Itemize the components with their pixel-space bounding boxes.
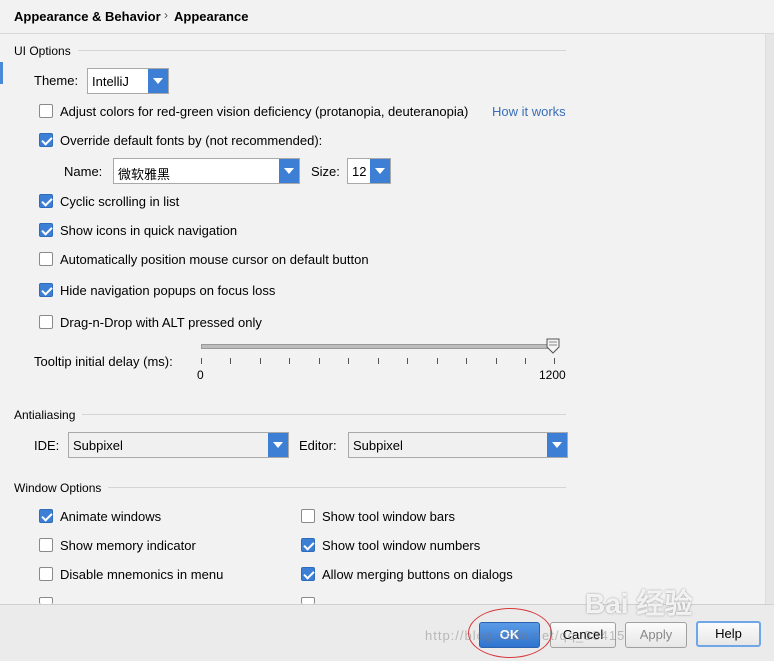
slider-tick [260, 358, 261, 364]
breadcrumb-parent[interactable]: Appearance & Behavior [14, 9, 161, 24]
ide-antialiasing-dropdown[interactable]: Subpixel [68, 432, 289, 458]
selection-indicator [0, 62, 3, 84]
section-divider [78, 50, 566, 51]
slider-tick [348, 358, 349, 364]
vertical-scrollbar[interactable] [765, 34, 774, 604]
slider-tick [201, 358, 202, 364]
checkbox-show-icons[interactable] [39, 223, 53, 237]
settings-header: Appearance & Behavior › Appearance [0, 0, 774, 34]
hide-navigation-popups-label: Hide navigation popups on focus loss [60, 283, 276, 298]
cyclic-scrolling-label: Cyclic scrolling in list [60, 194, 180, 209]
checkbox-hide-navigation-popups[interactable] [39, 283, 53, 297]
editor-label: Editor: [299, 438, 337, 453]
slider-tick [407, 358, 408, 364]
section-title-ui-options: UI Options [14, 44, 71, 58]
section-divider [82, 414, 566, 415]
ide-antialiasing-value: Subpixel [73, 438, 123, 453]
font-size-label: Size: [311, 164, 340, 179]
slider-tick [466, 358, 467, 364]
help-button[interactable]: Help [696, 621, 761, 647]
editor-antialiasing-dropdown[interactable]: Subpixel [348, 432, 568, 458]
slider-tick [230, 358, 231, 364]
show-icons-label: Show icons in quick navigation [60, 223, 238, 238]
checkbox-animate-windows[interactable] [39, 509, 53, 523]
slider-tick [319, 358, 320, 364]
slider-max-label: 1200 [539, 368, 566, 382]
ide-label: IDE: [34, 438, 60, 453]
font-size-value: 12 [352, 164, 367, 179]
editor-antialiasing-value: Subpixel [353, 438, 403, 453]
checkbox-auto-position-mouse[interactable] [39, 252, 53, 266]
tooltip-delay-slider[interactable] [201, 344, 555, 349]
chevron-down-icon [547, 433, 567, 457]
show-memory-indicator-label: Show memory indicator [60, 538, 196, 553]
chevron-down-icon [268, 433, 288, 457]
show-tool-window-bars-label: Show tool window bars [322, 509, 455, 524]
slider-tick [496, 358, 497, 364]
watermark-url: http://blog.csdn.net/qq_33415 [425, 628, 626, 643]
slider-tick [437, 358, 438, 364]
slider-tick [289, 358, 290, 364]
theme-dropdown[interactable]: IntelliJ [87, 68, 169, 94]
animate-windows-label: Animate windows [60, 509, 162, 524]
font-name-value: 微软雅黑 [118, 168, 171, 183]
section-title-window-options: Window Options [14, 481, 102, 495]
override-fonts-label: Override default fonts by (not recommend… [60, 133, 323, 148]
page-title: Appearance [174, 9, 249, 24]
checkbox-show-memory-indicator[interactable] [39, 538, 53, 552]
slider-min-label: 0 [197, 368, 204, 382]
checkbox-partially-hidden[interactable] [39, 597, 53, 604]
theme-value: IntelliJ [92, 74, 129, 89]
slider-tick [378, 358, 379, 364]
checkbox-allow-merging-buttons[interactable] [301, 567, 315, 581]
drag-n-drop-alt-label: Drag-n-Drop with ALT pressed only [60, 315, 262, 330]
font-name-dropdown[interactable]: 微软雅黑 [113, 158, 300, 184]
checkbox-cyclic-scrolling[interactable] [39, 194, 53, 208]
checkbox-disable-mnemonics[interactable] [39, 567, 53, 581]
chevron-down-icon [148, 69, 168, 93]
adjust-colors-label: Adjust colors for red-green vision defic… [60, 104, 469, 119]
how-it-works-link[interactable]: How it works [492, 104, 566, 119]
checkbox-drag-n-drop-alt[interactable] [39, 315, 53, 329]
font-name-label: Name: [64, 164, 103, 179]
baidu-jingyan-logo: Bai 经验 [585, 588, 693, 619]
breadcrumb-separator: › [164, 8, 168, 22]
checkbox-show-tool-window-numbers[interactable] [301, 538, 315, 552]
apply-button[interactable]: Apply [625, 622, 687, 648]
slider-tick [554, 358, 555, 364]
checkbox-show-tool-window-bars[interactable] [301, 509, 315, 523]
chevron-down-icon [370, 159, 390, 183]
slider-tick [525, 358, 526, 364]
slider-thumb[interactable] [546, 338, 560, 354]
auto-position-mouse-label: Automatically position mouse cursor on d… [60, 252, 369, 267]
show-tool-window-numbers-label: Show tool window numbers [322, 538, 481, 553]
checkbox-override-fonts[interactable] [39, 133, 53, 147]
checkbox-partially-hidden[interactable] [301, 597, 315, 604]
theme-label: Theme: [34, 73, 79, 88]
allow-merging-buttons-label: Allow merging buttons on dialogs [322, 567, 513, 582]
checkbox-adjust-colors[interactable] [39, 104, 53, 118]
font-size-dropdown[interactable]: 12 [347, 158, 391, 184]
disable-mnemonics-label: Disable mnemonics in menu [60, 567, 224, 582]
tooltip-delay-label: Tooltip initial delay (ms): [34, 354, 173, 369]
section-title-antialiasing: Antialiasing [14, 408, 76, 422]
section-divider [108, 487, 566, 488]
chevron-down-icon [279, 159, 299, 183]
